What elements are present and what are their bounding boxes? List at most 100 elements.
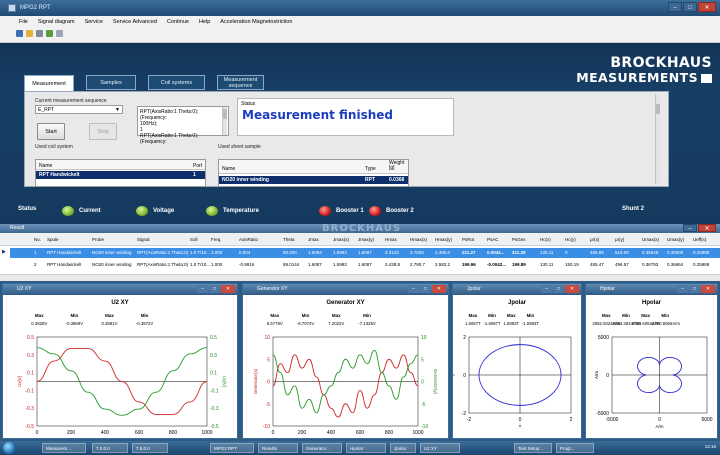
column-header[interactable]: No. bbox=[34, 237, 41, 242]
column-header[interactable]: PsAC bbox=[487, 237, 499, 242]
column-header[interactable]: AxisRatio bbox=[239, 237, 258, 242]
column-header[interactable]: Hc(x) bbox=[540, 237, 551, 242]
print-icon[interactable] bbox=[36, 30, 43, 37]
save-icon[interactable] bbox=[16, 30, 23, 37]
column-header[interactable]: Jmax bbox=[308, 237, 319, 242]
voltage-led-icon bbox=[136, 206, 148, 216]
column-header[interactable]: Probe bbox=[92, 237, 104, 242]
column-header[interactable]: μr(x) bbox=[590, 237, 599, 242]
column-header[interactable]: Jmax(x) bbox=[333, 237, 349, 242]
taskbar-item[interactable]: 7.5.0.0 bbox=[132, 443, 168, 453]
scroll-thumb[interactable] bbox=[656, 104, 660, 114]
stat-header: Min bbox=[363, 313, 371, 318]
column-header[interactable]: Hmax(x) bbox=[410, 237, 427, 242]
result-hscrollbar[interactable] bbox=[0, 274, 720, 281]
open-folder-icon[interactable] bbox=[26, 30, 33, 37]
maximize-button[interactable]: □ bbox=[209, 285, 220, 293]
y2-tick-label: 0 bbox=[421, 380, 424, 386]
sequence-select[interactable]: E_RPT ▼ bbox=[35, 105, 123, 114]
result-title-bar: Result BROCKHAUS – ✕ bbox=[0, 223, 720, 234]
coil-row-selected[interactable]: RPT Handwickelt 1 bbox=[36, 171, 205, 179]
app-icon bbox=[8, 4, 16, 12]
brand-square-icon bbox=[701, 74, 712, 83]
menu-acceleration[interactable]: Acceleration Magnetostriction bbox=[220, 19, 292, 25]
taskbar-item[interactable]: 7.0.0.0 bbox=[92, 443, 128, 453]
taskbar-item[interactable]: Hpolar bbox=[346, 443, 386, 453]
close-button[interactable]: ✕ bbox=[698, 2, 716, 12]
taskbar-item[interactable]: Generator... bbox=[302, 443, 342, 453]
menu-service[interactable]: Service bbox=[85, 19, 103, 25]
stop-button[interactable]: Stop bbox=[89, 123, 117, 140]
stat-header: Max bbox=[270, 313, 279, 318]
column-header[interactable]: PsRot bbox=[462, 237, 474, 242]
x-tick-label: 0 bbox=[36, 430, 39, 436]
maximize-button[interactable]: □ bbox=[683, 2, 697, 12]
taskbar-item[interactable]: Test Setup... bbox=[514, 443, 552, 453]
minimize-button[interactable]: – bbox=[408, 285, 419, 293]
panel-scrollbar[interactable] bbox=[655, 94, 660, 184]
settings-icon[interactable] bbox=[56, 30, 63, 37]
table-row[interactable]: 2 RPT Handwickelt NO20 inner winding RPT(Ax… bbox=[10, 260, 720, 270]
y2-tick-label: 0.3 bbox=[210, 353, 217, 359]
column-header[interactable]: Hc(y) bbox=[565, 237, 576, 242]
column-header[interactable]: Theta bbox=[283, 237, 295, 242]
minimize-button[interactable]: – bbox=[668, 2, 682, 12]
minimize-button[interactable]: – bbox=[541, 285, 552, 293]
sample-row-selected[interactable]: NO20 inner winding RPT 0.0368 bbox=[219, 176, 408, 184]
close-button[interactable]: ✕ bbox=[432, 285, 446, 293]
taskbar-item[interactable]: MPG2 RPT bbox=[210, 443, 254, 453]
column-header[interactable]: Umax(x) bbox=[642, 237, 659, 242]
menu-file[interactable]: File bbox=[19, 19, 28, 25]
table-cell: 1.0 T/10... bbox=[190, 262, 211, 267]
tab-samples[interactable]: Samples bbox=[86, 75, 136, 90]
column-header[interactable]: Umax(y) bbox=[667, 237, 684, 242]
taskbar-item[interactable]: Measurem... bbox=[42, 443, 86, 453]
maximize-button[interactable]: □ bbox=[553, 285, 564, 293]
table-cell: 1 bbox=[34, 250, 37, 255]
column-header[interactable]: Jmax(y) bbox=[358, 237, 374, 242]
maximize-button[interactable]: □ bbox=[420, 285, 431, 293]
column-header[interactable]: PsGes bbox=[512, 237, 526, 242]
menu-help[interactable]: Help bbox=[199, 19, 210, 25]
taskbar-item[interactable]: Jpolar bbox=[390, 443, 416, 453]
close-button[interactable]: ✕ bbox=[701, 285, 715, 293]
plot-window-jpolar: Jpolar – □ ✕ Jpolar Max 1.6087T Min -1.6087T Max… bbox=[452, 283, 582, 439]
close-button[interactable]: ✕ bbox=[221, 285, 235, 293]
y-tick-label: 2 bbox=[463, 335, 466, 341]
start-button[interactable]: Start bbox=[37, 123, 65, 140]
y-tick-label: 0.1 bbox=[27, 371, 34, 377]
plot-window-hpolar: Hpolar – □ ✕ Hpolar Max 2582.5024A/m Min -2583.… bbox=[585, 283, 718, 439]
maximize-button[interactable]: □ bbox=[689, 285, 700, 293]
column-header[interactable]: Ueff(x) bbox=[693, 237, 706, 242]
minimize-button[interactable]: – bbox=[683, 224, 697, 232]
tab-measurement[interactable]: Measurement bbox=[24, 75, 74, 92]
scroll-thumb[interactable] bbox=[223, 109, 227, 119]
column-header[interactable]: Hmax(y) bbox=[435, 237, 452, 242]
column-header[interactable]: μr(y) bbox=[615, 237, 624, 242]
taskbar-item[interactable]: Results bbox=[258, 443, 298, 453]
export-icon[interactable] bbox=[46, 30, 53, 37]
column-header[interactable]: Spule bbox=[47, 237, 59, 242]
minimize-button[interactable]: – bbox=[197, 285, 208, 293]
menu-signal-diagram[interactable]: Signal diagram bbox=[38, 19, 75, 25]
column-header[interactable]: Hmax bbox=[385, 237, 397, 242]
table-row[interactable]: 1 RPT Handwickelt NO20 inner winding RPT(Ax… bbox=[10, 248, 720, 258]
close-button[interactable]: ✕ bbox=[565, 285, 579, 293]
table-cell: 1.6087 bbox=[308, 262, 322, 267]
minimize-button[interactable]: – bbox=[677, 285, 688, 293]
taskbar-item[interactable]: Progr... bbox=[556, 443, 594, 453]
tab-measurement-sequence[interactable]: Measurement sequence bbox=[217, 75, 264, 90]
stat-value: 0.3881V bbox=[101, 321, 117, 326]
start-button-icon[interactable] bbox=[3, 442, 15, 454]
menu-service-advanced[interactable]: Service Advanced bbox=[113, 19, 157, 25]
close-button[interactable]: ✕ bbox=[698, 224, 716, 232]
column-header[interactable]: Freq. bbox=[211, 237, 222, 242]
taskbar-item[interactable]: U2 XY bbox=[420, 443, 460, 453]
sequence-scrollbar[interactable] bbox=[222, 107, 227, 135]
tab-coil-systems[interactable]: Coil systems bbox=[148, 75, 205, 90]
menu-continue[interactable]: Continue bbox=[167, 19, 189, 25]
column-header[interactable]: Signal bbox=[137, 237, 150, 242]
column-header[interactable]: Soll bbox=[190, 237, 198, 242]
x-tick-label: -5000 bbox=[606, 417, 619, 423]
table-cell: 0.25888 bbox=[693, 250, 710, 255]
